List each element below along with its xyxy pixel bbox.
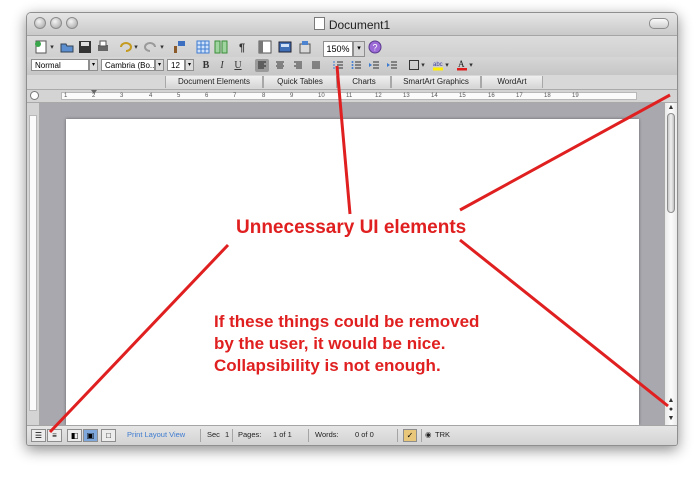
- arrow-to-scrollbar-bottom: [459, 238, 669, 408]
- annotation-line-1: If these things could be removed: [214, 312, 480, 331]
- arrow-to-gallery: [335, 65, 352, 215]
- annotation-headline: Unnecessary UI elements: [236, 217, 467, 238]
- annotation-arrows: [48, 65, 671, 434]
- arrow-to-scrollbar-top: [459, 93, 671, 212]
- arrow-to-view-buttons: [48, 243, 230, 434]
- annotation-line-3: Collapsibility is not enough.: [214, 356, 441, 375]
- annotation-line-2: by the user, it would be nice.: [214, 334, 446, 353]
